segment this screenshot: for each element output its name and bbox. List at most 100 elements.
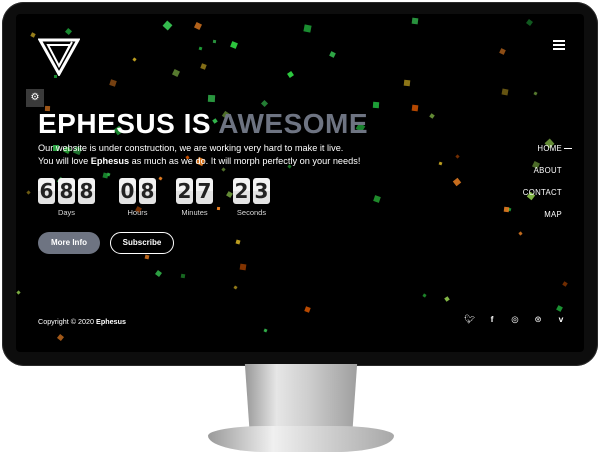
countdown-digit: 8 [58, 178, 75, 204]
vimeo-icon[interactable]: v [556, 314, 566, 324]
confetti-particle [158, 176, 163, 181]
hamburger-line [553, 48, 565, 50]
confetti-particle [155, 270, 162, 277]
confetti-particle [162, 20, 173, 31]
confetti-particle [499, 48, 506, 55]
logo-icon[interactable] [38, 36, 80, 76]
confetti-particle [304, 306, 311, 313]
nav-item-label: HOME [537, 144, 562, 153]
nav-item-home[interactable]: HOME [523, 144, 572, 166]
countdown-digit: 3 [253, 178, 270, 204]
active-indicator [564, 148, 572, 149]
confetti-particle [526, 19, 533, 26]
description-brand: Ephesus [90, 156, 130, 166]
instagram-icon[interactable]: ◎ [510, 314, 520, 324]
confetti-particle [56, 333, 65, 342]
confetti-particle [235, 239, 241, 245]
countdown-days: 6 8 8 Days [38, 178, 95, 217]
description-line-1: Our website is under construction, we ar… [38, 143, 344, 153]
nav-item-about[interactable]: ABOUT [523, 166, 562, 188]
countdown-label-minutes: Minutes [181, 208, 208, 217]
description-pre: You will love [38, 156, 91, 166]
confetti-particle [411, 104, 419, 112]
confetti-particle [503, 206, 510, 213]
countdown-digit: 8 [78, 178, 95, 204]
twitter-icon[interactable]: 🐦︎ [464, 314, 475, 324]
website-screen: ⚙ EPHESUS IS AWESOME Our website is unde… [16, 14, 584, 352]
social-links: 🐦︎ f ◎ ⊛ v [464, 314, 566, 324]
confetti-particle [562, 281, 568, 287]
confetti-particle [533, 91, 538, 96]
more-info-button[interactable]: More Info [38, 232, 100, 254]
confetti-particle [212, 39, 217, 44]
page-description: Our website is under construction, we ar… [38, 142, 398, 168]
countdown-label-seconds: Seconds [236, 208, 267, 217]
confetti-particle [102, 172, 109, 179]
confetti-particle [403, 79, 411, 87]
confetti-particle [287, 71, 294, 78]
confetti-particle [109, 79, 117, 87]
countdown-digit: 7 [196, 178, 213, 204]
countdown-label-days: Days [57, 208, 76, 217]
confetti-particle [132, 57, 137, 62]
facebook-icon[interactable]: f [487, 314, 497, 324]
countdown-digit: 2 [233, 178, 250, 204]
confetti-particle [226, 191, 233, 198]
side-nav: HOME ABOUT CONTACT MAP [523, 144, 572, 232]
confetti-particle [198, 46, 203, 51]
confetti-particle [239, 263, 247, 271]
confetti-particle [518, 231, 523, 236]
confetti-particle [411, 17, 419, 25]
confetti-particle [193, 21, 203, 31]
confetti-particle [438, 161, 443, 166]
monitor-stand-base [208, 426, 394, 452]
confetti-particle [144, 254, 150, 260]
nav-item-map[interactable]: MAP [523, 210, 562, 232]
confetti-particle [444, 296, 450, 302]
copyright-text: Copyright © 2020 Ephesus [38, 317, 126, 326]
copyright-pre: Copyright © 2020 [38, 317, 97, 326]
cogs-icon[interactable]: ⚙ [26, 89, 44, 107]
countdown-seconds: 2 3 Seconds [233, 178, 270, 217]
title-main: EPHESUS IS [38, 108, 219, 139]
countdown-hours: 0 8 Hours [119, 178, 156, 217]
confetti-particle [329, 51, 336, 58]
confetti-particle [26, 190, 31, 195]
confetti-particle [200, 63, 207, 70]
countdown-digit: 2 [176, 178, 193, 204]
confetti-particle [216, 206, 221, 211]
dribbble-icon[interactable]: ⊛ [533, 314, 543, 324]
confetti-particle [171, 68, 181, 78]
countdown-label-hours: Hours [127, 208, 148, 217]
confetti-particle [221, 167, 226, 172]
hamburger-line [553, 44, 565, 46]
countdown-digit: 6 [38, 178, 55, 204]
confetti-particle [452, 177, 462, 187]
confetti-particle [303, 24, 312, 33]
copyright-brand: Ephesus [96, 317, 127, 326]
confetti-particle [180, 273, 186, 279]
description-post: as much as we do. It will morph perfectl… [129, 156, 361, 166]
confetti-particle [30, 32, 36, 38]
confetti-particle [16, 290, 21, 295]
confetti-particle [372, 101, 380, 109]
confetti-particle [260, 99, 269, 108]
subscribe-button[interactable]: Subscribe [110, 232, 174, 254]
monitor-stand-neck [244, 364, 358, 434]
countdown-digit: 0 [119, 178, 136, 204]
countdown-minutes: 2 7 Minutes [176, 178, 213, 217]
nav-item-contact[interactable]: CONTACT [523, 188, 562, 210]
hamburger-line [553, 40, 565, 42]
title-accent: AWESOME [218, 108, 369, 139]
confetti-particle [263, 328, 268, 333]
countdown-digit: 8 [139, 178, 156, 204]
confetti-particle [422, 293, 427, 298]
confetti-particle [373, 195, 381, 203]
confetti-particle [501, 88, 509, 96]
confetti-particle [64, 27, 73, 36]
confetti-particle [455, 154, 460, 159]
hamburger-icon[interactable] [553, 40, 565, 52]
confetti-particle [556, 305, 563, 312]
confetti-particle [429, 113, 435, 119]
description-line-2: You will love Ephesus as much as we do. … [38, 155, 398, 168]
